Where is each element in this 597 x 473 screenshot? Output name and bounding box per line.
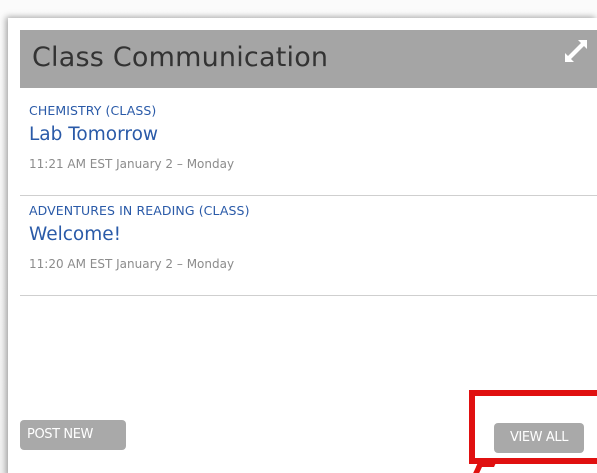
message-timestamp: 11:21 AM EST January 2 – Monday <box>29 157 235 171</box>
page-background: Class Communication CHEMISTRY (CLASS) La… <box>0 0 597 473</box>
message-title-link[interactable]: Welcome! <box>29 224 121 245</box>
widget-title: Class Communication <box>32 42 329 73</box>
message-class-name[interactable]: ADVENTURES IN READING (CLASS) <box>29 203 250 218</box>
message-item[interactable]: ADVENTURES IN READING (CLASS) Welcome! 1… <box>20 196 597 296</box>
message-list: CHEMISTRY (CLASS) Lab Tomorrow 11:21 AM … <box>20 96 597 296</box>
message-title-link[interactable]: Lab Tomorrow <box>29 124 158 145</box>
post-new-button[interactable]: POST NEW <box>20 420 126 450</box>
message-item[interactable]: CHEMISTRY (CLASS) Lab Tomorrow 11:21 AM … <box>20 96 597 196</box>
message-timestamp: 11:20 AM EST January 2 – Monday <box>29 257 235 271</box>
expand-icon[interactable] <box>565 40 587 62</box>
widget-header: Class Communication <box>20 30 597 88</box>
red-highlight-box <box>469 390 597 464</box>
message-class-name[interactable]: CHEMISTRY (CLASS) <box>29 103 156 118</box>
